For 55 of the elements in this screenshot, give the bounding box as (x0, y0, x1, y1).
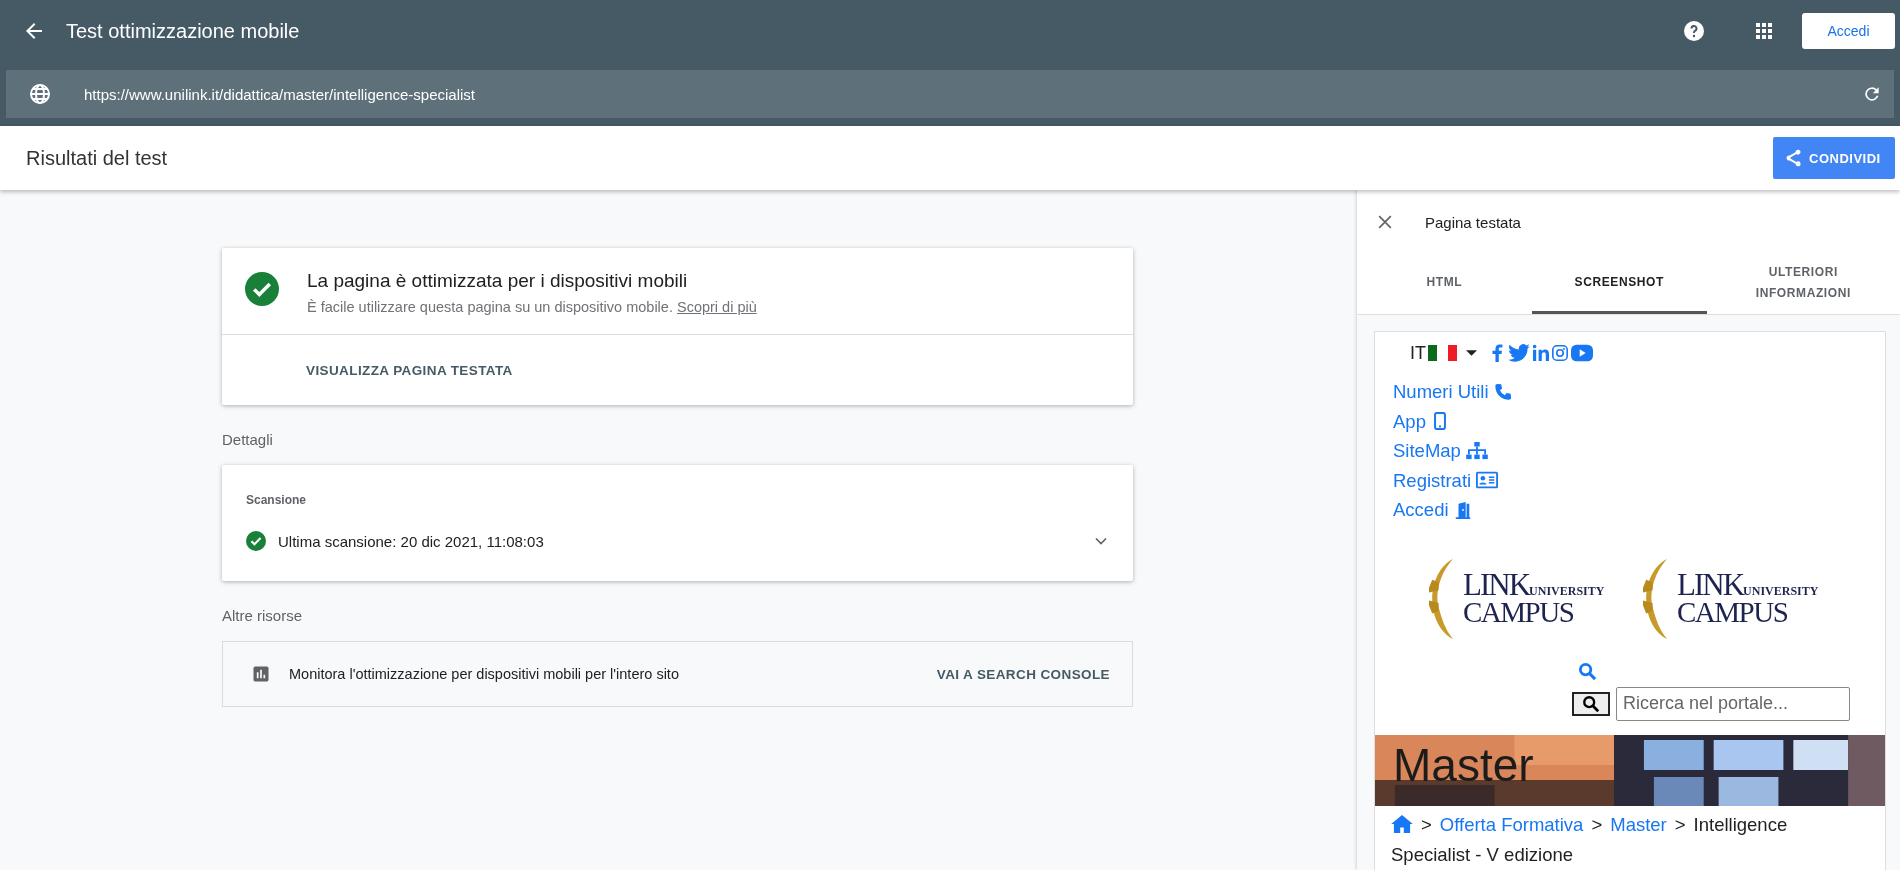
page-title: Test ottimizzazione mobile (66, 19, 300, 43)
globe-icon (28, 82, 52, 106)
language-label[interactable]: IT (1410, 342, 1426, 364)
share-button[interactable]: CONDIVIDI (1773, 137, 1895, 179)
bar-chart-icon (251, 664, 271, 684)
search-field[interactable]: Ricerca nel portale... (1616, 686, 1850, 721)
youtube-icon[interactable] (1571, 344, 1593, 362)
phone-icon (1493, 382, 1512, 401)
search-button[interactable] (1572, 691, 1610, 716)
learn-more-link[interactable]: Scopri di più (676, 299, 757, 315)
logo-text: CAMPUS (1463, 598, 1575, 625)
logo-text: LINK (1463, 572, 1530, 597)
breadcrumb-link[interactable]: Offerta Formativa (1439, 813, 1584, 835)
caret-icon[interactable] (1466, 349, 1477, 357)
logo-text: UNIVERSITY (1743, 583, 1819, 599)
crawl-label: Scansione (246, 493, 308, 507)
reload-icon[interactable] (1862, 84, 1882, 104)
view-tested-page-link[interactable]: VISUALIZZA PAGINA TESTATA (306, 362, 513, 378)
panel-title: Pagina testata (1425, 213, 1521, 231)
banner-title: Master (1393, 737, 1534, 793)
site-link[interactable]: App (1393, 406, 1885, 436)
site-link[interactable]: Registrati (1393, 465, 1885, 495)
tab[interactable]: HTML (1357, 254, 1532, 314)
sign-in-button[interactable]: Accedi (1802, 13, 1895, 49)
help-icon[interactable] (1682, 19, 1706, 43)
site-link[interactable]: SiteMap (1393, 436, 1885, 466)
resource-text: Monitora l'ottimizzazione per dispositivi mobili per l'intero sito (289, 666, 679, 682)
door-icon (1453, 500, 1472, 519)
check-circle-icon (245, 272, 279, 306)
sitemap-icon (1465, 441, 1488, 460)
instagram-icon[interactable] (1552, 344, 1568, 362)
check-circle-icon (246, 531, 266, 551)
breadcrumb-link[interactable]: Master (1610, 813, 1667, 835)
breadcrumb: > Offerta Formativa > Master > Intelligence Specialist - V edizione (1390, 812, 1789, 867)
section-heading: Dettagli (222, 430, 274, 450)
id-card-icon (1476, 471, 1499, 490)
results-title: Risultati del test (26, 146, 168, 170)
logo-text: UNIVERSITY (1529, 583, 1605, 599)
section-heading: Altre risorse (222, 606, 304, 626)
site-link[interactable]: Numeri Utili (1393, 377, 1885, 407)
linkedin-icon[interactable] (1533, 344, 1549, 362)
url-field[interactable]: https://www.unilink.it/didattica/master/intelligence-specialist (6, 70, 1894, 118)
home-icon[interactable] (1391, 814, 1413, 833)
flag-icon (1428, 345, 1458, 361)
site-link[interactable]: Accedi (1393, 495, 1885, 525)
result-heading: La pagina è ottimizzata per i dispositivi mobili (307, 270, 689, 292)
crawl-time: Ultima scansione: 20 dic 2021, 11:08:03 (278, 532, 544, 550)
search-icon[interactable] (1578, 661, 1597, 681)
result-description: È facile utilizzare questa pagina su un dispositivo mobile. (307, 299, 673, 315)
logo-text: LINK (1677, 572, 1744, 597)
tab[interactable]: ULTERIORI INFORMAZIONI (1706, 254, 1900, 314)
search-icon (1582, 694, 1600, 713)
twitter-bird-icon[interactable] (1508, 344, 1530, 362)
logo-text: CAMPUS (1677, 598, 1789, 625)
search-console-link[interactable]: VAI A SEARCH CONSOLE (936, 666, 1110, 682)
